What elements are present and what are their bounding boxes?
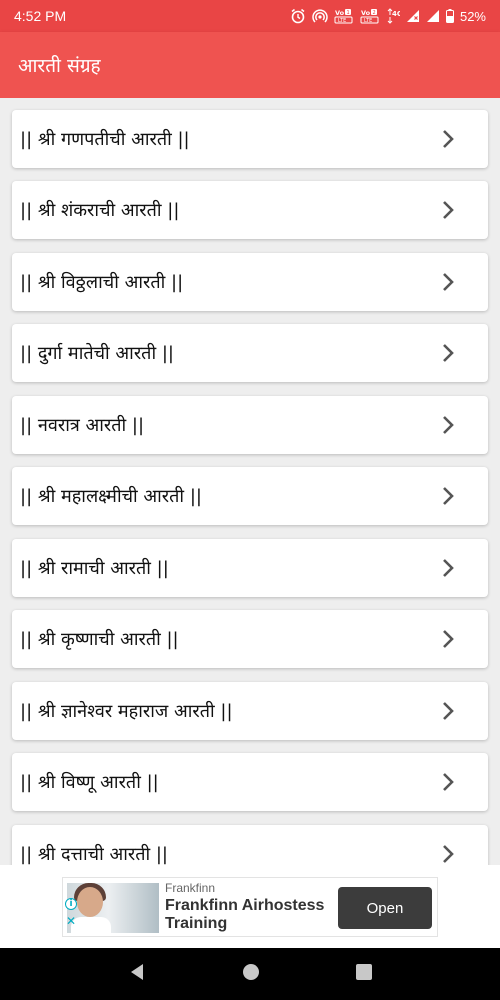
list-item[interactable]: || श्री महालक्ष्मीची आरती || xyxy=(12,467,488,525)
list-item-label: || श्री ज्ञानेश्वर महाराज आरती || xyxy=(20,701,233,722)
ad-close-icon[interactable]: ✕ xyxy=(65,914,77,928)
ad-banner: i ✕ Frankfinn Frankfinn Airhostess Train… xyxy=(0,865,500,948)
ad-person-body xyxy=(71,917,111,933)
list-item[interactable]: || दुर्गा मातेची आरती || xyxy=(12,324,488,382)
ad-open-button[interactable]: Open xyxy=(338,887,432,929)
list-item-label: || श्री महालक्ष्मीची आरती || xyxy=(20,486,202,507)
chevron-right-icon xyxy=(438,772,458,792)
list-item[interactable]: || श्री विष्णू आरती || xyxy=(12,753,488,811)
ad-headline[interactable]: Frankfinn Airhostess Training xyxy=(165,897,330,933)
chevron-right-icon xyxy=(438,343,458,363)
aarti-list[interactable]: || श्री गणपतीची आरती || || श्री शंकराची … xyxy=(0,98,500,865)
status-time: 4:52 PM xyxy=(14,8,67,24)
chevron-right-icon xyxy=(438,200,458,220)
list-item[interactable]: || श्री ज्ञानेश्वर महाराज आरती || xyxy=(12,682,488,740)
alarm-icon xyxy=(290,8,306,24)
list-item-label: || श्री रामाची आरती || xyxy=(20,558,169,579)
status-icons: Vo 1 LTE Vo 2 LTE 4G 52% xyxy=(290,8,486,24)
status-bar: 4:52 PM Vo 1 LTE Vo 2 LTE 4G 52% xyxy=(0,0,500,32)
battery-percentage: 52% xyxy=(459,8,486,24)
svg-text:LTE: LTE xyxy=(364,18,372,24)
svg-text:4G: 4G xyxy=(392,10,400,18)
back-icon[interactable] xyxy=(127,962,147,986)
app-title: आरती संग्रह xyxy=(18,55,101,77)
list-item-label: || श्री विठ्ठलाची आरती || xyxy=(20,272,184,293)
chevron-right-icon xyxy=(438,272,458,292)
list-item[interactable]: || श्री विठ्ठलाची आरती || xyxy=(12,253,488,311)
svg-text:1: 1 xyxy=(346,10,349,16)
hotspot-icon xyxy=(312,8,328,24)
list-item-label: || दुर्गा मातेची आरती || xyxy=(20,343,174,364)
volte2-icon: Vo 2 LTE xyxy=(360,8,380,24)
chevron-right-icon xyxy=(438,129,458,149)
ad-brand: Frankfinn xyxy=(165,881,216,895)
svg-text:Vo: Vo xyxy=(361,9,371,17)
ad-person-face xyxy=(77,887,103,917)
4g-icon: 4G xyxy=(386,8,400,24)
list-item[interactable]: || श्री दत्ताची आरती || xyxy=(12,825,488,865)
chevron-right-icon xyxy=(438,415,458,435)
ad-info-icon[interactable]: i xyxy=(65,898,77,910)
chevron-right-icon xyxy=(438,701,458,721)
recents-icon[interactable] xyxy=(355,963,373,985)
svg-text:Vo: Vo xyxy=(335,9,345,17)
chevron-right-icon xyxy=(438,558,458,578)
svg-text:LTE: LTE xyxy=(338,18,346,24)
chevron-right-icon xyxy=(438,629,458,649)
list-item-label: || श्री गणपतीची आरती || xyxy=(20,129,190,150)
ad-card[interactable]: i ✕ Frankfinn Frankfinn Airhostess Train… xyxy=(62,877,438,937)
chevron-right-icon xyxy=(438,844,458,864)
list-item-label: || नवरात्र आरती || xyxy=(20,415,145,436)
signal-icon xyxy=(406,9,420,23)
app-bar: आरती संग्रह xyxy=(0,32,500,98)
list-item[interactable]: || श्री कृष्णाची आरती || xyxy=(12,610,488,668)
navigation-bar xyxy=(0,948,500,1000)
signal-icon xyxy=(426,9,440,23)
home-icon[interactable] xyxy=(241,962,261,986)
list-item-label: || श्री कृष्णाची आरती || xyxy=(20,629,179,650)
svg-text:2: 2 xyxy=(372,10,375,16)
list-item[interactable]: || श्री रामाची आरती || xyxy=(12,539,488,597)
list-item[interactable]: || श्री शंकराची आरती || xyxy=(12,181,488,239)
list-item[interactable]: || श्री गणपतीची आरती || xyxy=(12,110,488,168)
volte1-icon: Vo 1 LTE xyxy=(334,8,354,24)
list-item-label: || श्री विष्णू आरती || xyxy=(20,772,159,793)
chevron-right-icon xyxy=(438,486,458,506)
list-item-label: || श्री दत्ताची आरती || xyxy=(20,844,168,865)
ad-image[interactable] xyxy=(67,883,159,933)
list-item[interactable]: || नवरात्र आरती || xyxy=(12,396,488,454)
list-item-label: || श्री शंकराची आरती || xyxy=(20,200,180,221)
battery-icon xyxy=(445,9,454,23)
